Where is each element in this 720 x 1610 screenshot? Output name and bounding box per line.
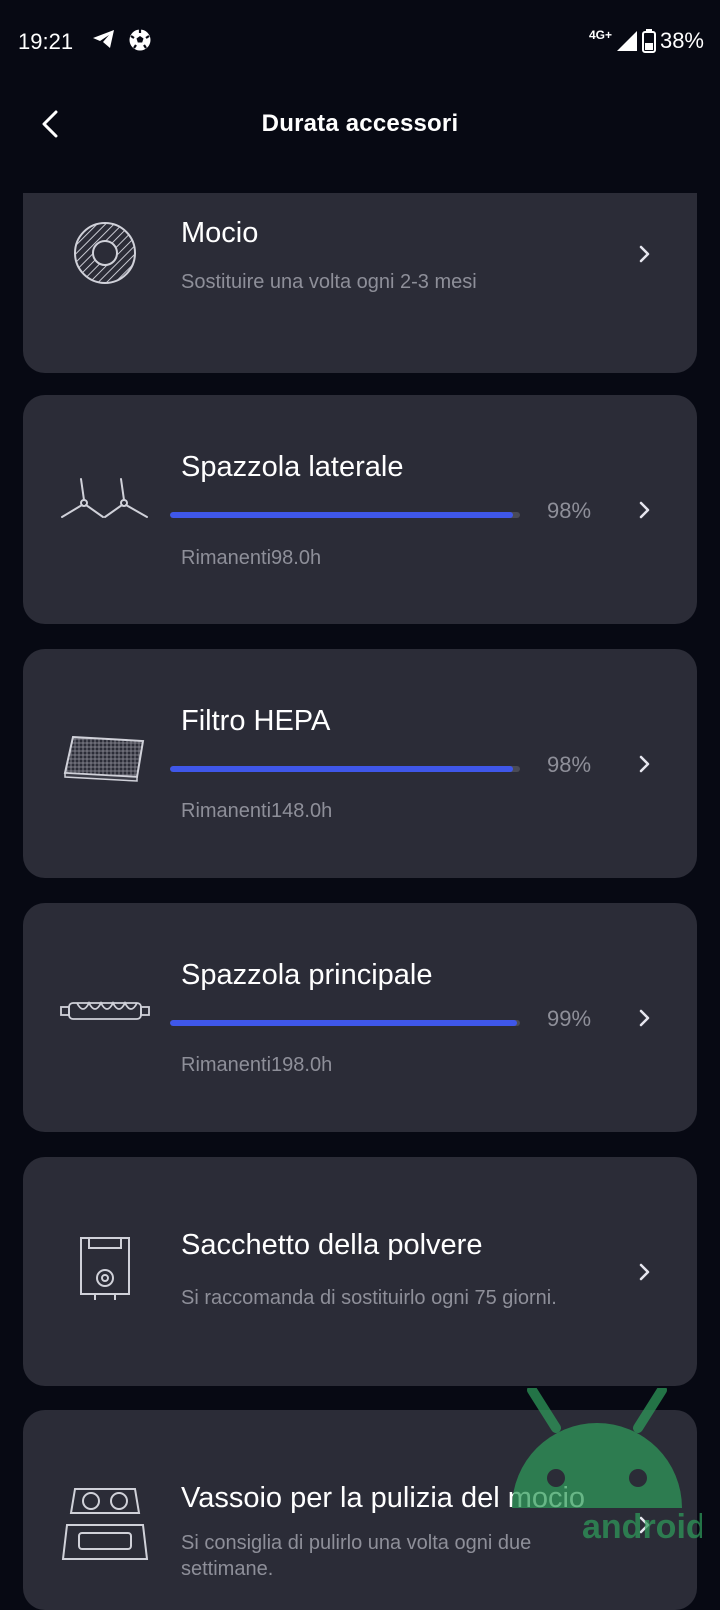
accessory-card-main-brush[interactable]: Spazzola principale 99% Rimanenti198.0h: [23, 903, 697, 1132]
chevron-right-icon: [639, 501, 650, 519]
progress-fill: [170, 1020, 517, 1026]
life-percent: 98%: [547, 752, 592, 777]
chevron-right-icon: [639, 1516, 650, 1534]
main-brush-icon: [59, 965, 151, 1057]
network-type: 4G+: [588, 28, 612, 42]
signal-icon: [616, 31, 637, 51]
mop-icon: [59, 207, 151, 299]
telegram-icon: [93, 30, 114, 48]
side-brush-icon: [59, 459, 151, 551]
remaining-hours: Rimanenti98.0h: [181, 547, 322, 569]
dust-bag-icon: [59, 1223, 151, 1315]
mop-tray-icon: [59, 1480, 151, 1572]
progress-fill: [170, 766, 513, 772]
accessory-card-mop[interactable]: Mocio Sostituire una volta ogni 2-3 mesi: [23, 193, 697, 373]
life-percent: 99%: [547, 1006, 592, 1031]
progress-fill: [170, 512, 513, 518]
accessory-hint: Sostituire una volta ogni 2-3 mesi: [181, 271, 477, 293]
accessory-name: Mocio: [181, 217, 259, 249]
accessory-name: Spazzola principale: [181, 959, 433, 991]
status-time: 19:21: [18, 29, 74, 54]
life-progress-bar: [170, 1020, 520, 1026]
accessory-name: Filtro HEPA: [181, 705, 331, 737]
accessory-name: Sacchetto della polvere: [181, 1229, 483, 1261]
chevron-right-icon: [639, 245, 650, 263]
accessory-card-dust-bag[interactable]: Sacchetto della polvere Si raccomanda di…: [23, 1157, 697, 1386]
battery-icon: [641, 29, 656, 53]
accessory-card-mop-tray[interactable]: Vassoio per la pulizia del mocio Si cons…: [23, 1410, 697, 1610]
life-progress-bar: [170, 766, 520, 772]
life-progress-bar: [170, 512, 520, 518]
remaining-hours: Rimanenti198.0h: [181, 1054, 333, 1076]
chevron-right-icon: [639, 755, 650, 773]
remaining-hours: Rimanenti148.0h: [181, 800, 333, 822]
status-bar: 19:21 4G+ 38%: [0, 0, 720, 80]
battery-percent: 38%: [659, 28, 704, 53]
accessory-card-hepa-filter[interactable]: Filtro HEPA 98% Rimanenti148.0h: [23, 649, 697, 878]
accessory-hint: Si consiglia di pulirlo una volta ogni d…: [181, 1532, 532, 1580]
life-percent: 98%: [547, 498, 592, 523]
accessory-hint: Si raccomanda di sostituirlo ogni 75 gio…: [181, 1287, 557, 1309]
hepa-filter-icon: [59, 711, 151, 803]
page-title: Durata accessori: [261, 110, 459, 137]
accessory-card-side-brush[interactable]: Spazzola laterale 98% Rimanenti98.0h: [23, 395, 697, 624]
chevron-right-icon: [639, 1263, 650, 1281]
accessory-name: Spazzola laterale: [181, 451, 404, 483]
chevron-right-icon: [639, 1009, 650, 1027]
notification-icons: [92, 28, 152, 52]
accessory-name: Vassoio per la pulizia del mocio: [181, 1482, 586, 1514]
system-status: 4G+ 38%: [589, 28, 704, 54]
app-header: Durata accessori: [0, 80, 720, 166]
soccer-ball-icon: [129, 29, 151, 51]
